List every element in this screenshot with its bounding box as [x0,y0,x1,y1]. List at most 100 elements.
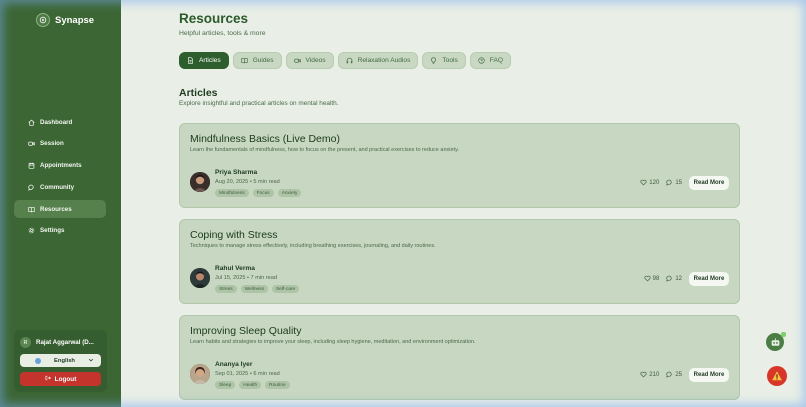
tab-label: Articles [199,57,221,64]
user-profile[interactable]: R Rajat Aggarwal (D... [20,337,94,348]
article-stats: 120 15 [640,179,682,186]
section-subtitle: Explore insightful and practical article… [179,100,339,107]
user-name: Rajat Aggarwal (D... [36,339,94,346]
chatbot-button[interactable] [766,332,786,351]
tag[interactable]: Mindfulness [215,189,249,197]
sidebar-item-community[interactable]: Community [14,178,106,196]
document-icon [188,57,193,64]
lightbulb-icon [431,57,437,64]
help-icon [478,57,485,64]
tab-label: Tools [442,57,458,64]
comment-icon [666,275,672,282]
user-card: R Rajat Aggarwal (D... English Logout [14,330,107,392]
tab-tools[interactable]: Tools [422,52,466,69]
tag[interactable]: Stress [215,285,237,293]
sidebar-item-label: Community [40,183,75,191]
comment-icon [666,179,672,186]
sidebar-item-session[interactable]: Session [14,135,106,153]
emergency-button[interactable] [767,366,787,386]
sidebar-item-appointments[interactable]: Appointments [14,157,106,175]
comment-count: 12 [675,275,682,282]
chevron-down-icon [88,357,94,365]
video-icon [28,140,35,147]
tag-list: Sleep Health Routine [215,381,290,389]
language-select[interactable]: English [20,354,101,367]
home-icon [28,119,35,126]
article-description: Techniques to manage stress effectively,… [190,243,436,249]
avatar: R [20,337,31,348]
heart-icon [640,371,647,378]
sidebar-item-label: Dashboard [40,118,73,126]
article-title: Mindfulness Basics (Live Demo) [190,133,340,145]
author-avatar [190,364,210,384]
tag[interactable]: Routine [265,381,290,389]
synapse-logo-icon [36,13,50,27]
logout-button[interactable]: Logout [20,372,101,386]
read-more-button[interactable]: Read More [689,368,729,382]
author-avatar [190,172,210,192]
tab-label: Videos [305,57,326,64]
sidebar: Synapse Dashboard Session Appointments C… [0,0,121,407]
read-more-button[interactable]: Read More [689,176,729,190]
comment-count: 25 [675,371,682,378]
tab-label: Relaxation Audios [357,57,411,64]
notification-dot [781,332,786,337]
tag-list: Stress Wellness Self-care [215,285,300,293]
article-title: Coping with Stress [190,229,278,241]
tab-faq[interactable]: FAQ [469,52,511,69]
resource-tabs: Articles Guides Videos Relaxation Audios… [179,52,511,69]
tab-relaxation-audios[interactable]: Relaxation Audios [337,52,419,69]
like-count: 210 [649,371,660,378]
app-name: Synapse [55,14,95,26]
sidebar-item-label: Session [40,140,64,148]
sidebar-item-settings[interactable]: Settings [14,222,106,240]
tab-articles[interactable]: Articles [179,52,229,69]
main-content: Resources Helpful articles, tools & more… [121,0,806,407]
article-list: Mindfulness Basics (Live Demo) Learn the… [179,123,740,407]
comment-button[interactable]: 12 [666,275,682,282]
robot-icon [771,337,779,346]
page-subtitle: Helpful articles, tools & more [179,30,266,37]
tag[interactable]: Health [239,381,262,389]
heart-icon [644,275,651,282]
author-name: Priya Sharma [215,169,258,176]
language-value: English [54,357,75,364]
like-button[interactable]: 98 [644,275,660,282]
article-card: Coping with Stress Techniques to manage … [179,219,740,304]
article-description: Learn the fundamentals of mindfulness, h… [190,147,459,153]
logout-label: Logout [54,375,77,383]
article-meta: Sep 01, 2025 • 6 min read [215,371,280,377]
calendar-icon [28,162,35,169]
brand[interactable]: Synapse [36,13,94,27]
like-button[interactable]: 120 [640,179,659,186]
article-stats: 210 25 [640,371,682,378]
read-more-button[interactable]: Read More [689,272,729,286]
author-name: Rahul Verma [215,265,255,272]
sidebar-item-label: Resources [40,205,72,213]
article-meta: Aug 20, 2025 • 5 min read [215,179,280,185]
tag[interactable]: Self-care [271,285,300,293]
tag[interactable]: Focus [252,189,274,197]
sidebar-nav: Dashboard Session Appointments Community… [14,113,106,244]
like-button[interactable]: 210 [640,371,659,378]
article-card: Improving Sleep Quality Learn habits and… [179,315,740,400]
sidebar-item-dashboard[interactable]: Dashboard [14,113,106,131]
tag[interactable]: Sleep [215,381,236,389]
article-title: Improving Sleep Quality [190,325,302,337]
tag[interactable]: Anxiety [277,189,302,197]
like-count: 98 [652,275,660,282]
tab-videos[interactable]: Videos [285,52,334,69]
comment-count: 15 [675,179,682,186]
comment-button[interactable]: 15 [666,179,682,186]
comment-icon [666,371,672,378]
alert-phone-icon [772,371,782,381]
book-icon [28,206,35,213]
article-card: Mindfulness Basics (Live Demo) Learn the… [179,123,740,208]
globe-icon [35,357,41,364]
tab-guides[interactable]: Guides [232,52,282,69]
tag[interactable]: Wellness [240,285,268,293]
article-meta: Jul 15, 2025 • 7 min read [215,275,277,281]
sidebar-item-label: Settings [40,227,65,235]
comment-button[interactable]: 25 [666,371,682,378]
sidebar-item-resources[interactable]: Resources [14,200,106,219]
